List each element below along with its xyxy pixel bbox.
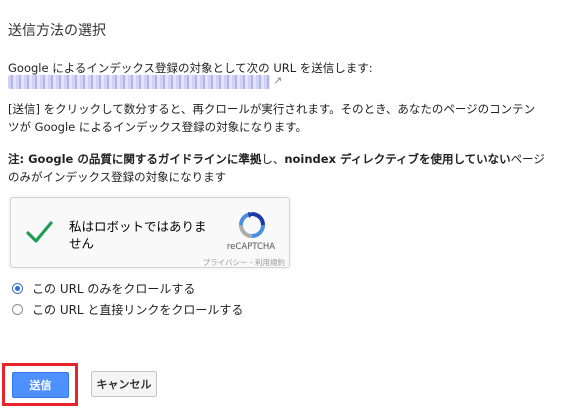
note-plain: し、 bbox=[261, 152, 285, 166]
checkmark-icon[interactable] bbox=[25, 218, 53, 246]
option-crawl-url-only[interactable]: この URL のみをクロールする bbox=[12, 280, 195, 297]
option-crawl-url-and-links[interactable]: この URL と直接リンクをクロールする bbox=[12, 301, 243, 318]
note-bold: noindex ディレクティブを使用していない bbox=[284, 152, 511, 166]
recaptcha-brand: reCAPTCHA bbox=[226, 242, 276, 252]
description-line: ツが Google によるインデックス登録の対象になります。 bbox=[8, 120, 308, 134]
intro-text: Google によるインデックス登録の対象として次の URL を送信します: bbox=[8, 61, 373, 75]
radio-unselected-icon[interactable] bbox=[12, 304, 23, 315]
submit-highlight-box: 送信 bbox=[2, 363, 78, 406]
option-label: この URL のみをクロールする bbox=[32, 282, 196, 296]
option-label: この URL と直接リンクをクロールする bbox=[32, 303, 244, 317]
quality-note: 注: Google の品質に関するガイドラインに準拠し、noindex ディレク… bbox=[8, 150, 560, 186]
description-line: [送信] をクリックして数分すると、再クロールが実行されます。そのとき、あなたの… bbox=[8, 102, 536, 116]
note-plain: ページ bbox=[510, 152, 545, 166]
page-title: 送信方法の選択 bbox=[8, 23, 106, 39]
description-text: [送信] をクリックして数分すると、再クロールが実行されます。そのとき、あなたの… bbox=[8, 100, 560, 136]
note-line: 注: Google の品質に関するガイドラインに準拠し、noindex ディレク… bbox=[8, 150, 560, 168]
note-bold: 注: Google の品質に関するガイドラインに準拠 bbox=[8, 152, 262, 166]
recaptcha-label: 私はロボットではありません bbox=[69, 219, 207, 251]
radio-selected-icon[interactable] bbox=[12, 283, 23, 294]
external-link-icon[interactable]: ↗ bbox=[273, 74, 282, 87]
submitted-url-redacted[interactable] bbox=[8, 75, 270, 89]
cancel-button[interactable]: キャンセル bbox=[91, 371, 157, 397]
recaptcha-logo-icon bbox=[239, 212, 265, 238]
note-line: のみがインデックス登録の対象になります bbox=[8, 170, 227, 184]
submit-button[interactable]: 送信 bbox=[12, 372, 69, 398]
recaptcha-links[interactable]: プライバシー - 利用規約 bbox=[177, 257, 285, 268]
recaptcha-widget: 私はロボットではありません reCAPTCHA プライバシー - 利用規約 bbox=[10, 197, 290, 268]
